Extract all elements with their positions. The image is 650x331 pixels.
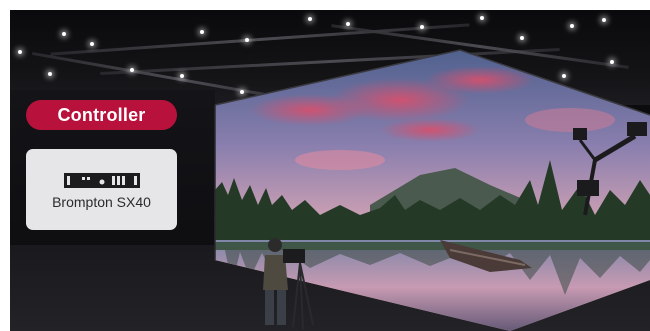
device-name: Brompton SX40 <box>52 194 151 210</box>
camera-crane <box>573 122 647 216</box>
led-processor-icon <box>63 173 140 188</box>
controller-badge: Controller <box>26 100 177 130</box>
camera-operator <box>263 238 314 330</box>
device-card: Brompton SX40 <box>26 149 177 230</box>
